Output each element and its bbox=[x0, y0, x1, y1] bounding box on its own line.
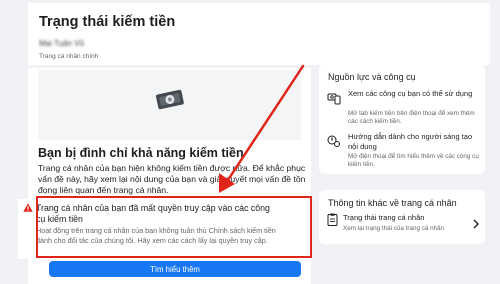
profile-status-label: Trạng thái trang cá nhân bbox=[343, 213, 425, 222]
page-header: Trạng thái kiếm tiền Mai Tuấn Vũ Trang c… bbox=[28, 3, 490, 65]
warning-icon bbox=[23, 203, 33, 212]
illustration-banner bbox=[38, 70, 301, 140]
phone-money-icon bbox=[327, 93, 341, 105]
resource-item-monetization-tools[interactable]: Xem các công cụ bạn có thể sử dụng Mở ta… bbox=[327, 89, 483, 129]
clipboard-icon bbox=[327, 213, 338, 226]
alert-description: Hoạt động trên trang cá nhân của bạn khô… bbox=[36, 226, 276, 245]
profile-status-description: Xem lại trạng thái của trang cá nhân bbox=[343, 225, 445, 232]
resource-description: Mở điện thoại để tìm hiểu thêm về các cô… bbox=[348, 153, 479, 168]
profile-name: Mai Tuấn Vũ bbox=[39, 39, 84, 48]
resource-description: Mở tab kiếm tiền trên điện thoại để xem … bbox=[348, 110, 475, 125]
access-lost-alert: Trang cá nhân của bạn đã mất quyền truy … bbox=[18, 199, 284, 259]
creator-guide-icon bbox=[327, 135, 340, 147]
page-title: Trạng thái kiếm tiền bbox=[39, 14, 176, 30]
alert-title: Trang cá nhân của bạn đã mất quyền truy … bbox=[36, 203, 270, 224]
chevron-right-icon bbox=[473, 219, 479, 229]
resource-label: Xem các công cụ bạn có thể sử dụng bbox=[348, 89, 473, 98]
learn-more-button[interactable]: Tìm hiểu thêm bbox=[49, 261, 301, 277]
restriction-title: Bạn bị đình chỉ khả năng kiếm tiền bbox=[38, 146, 244, 160]
money-illustration-icon bbox=[155, 89, 184, 110]
restriction-description: Trang cá nhân của bạn hiện không kiếm ti… bbox=[38, 163, 306, 195]
resource-item-creator-guide[interactable]: Hướng dẫn dành cho người sáng tạo nội du… bbox=[327, 132, 483, 172]
other-profile-info-card: Thông tin khác về trang cá nhân Trạng th… bbox=[319, 190, 485, 244]
profile-type: Trang cá nhân chính bbox=[39, 53, 99, 60]
resources-title: Nguồn lực và công cụ bbox=[328, 72, 416, 82]
resources-tools-card: Nguồn lực và công cụ Xem các công cụ bạn… bbox=[319, 64, 485, 174]
profile-status-item[interactable]: Trạng thái trang cá nhân Xem lại trạng t… bbox=[327, 212, 479, 240]
resource-label: Hướng dẫn dành cho người sáng tạo nội du… bbox=[348, 132, 473, 151]
other-info-title: Thông tin khác về trang cá nhân bbox=[328, 198, 457, 208]
